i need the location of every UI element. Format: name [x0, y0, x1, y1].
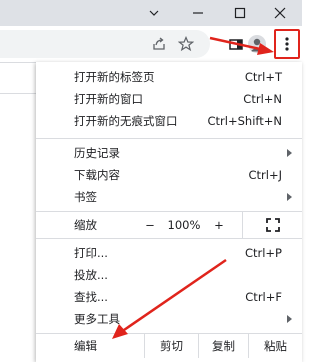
menu-item-label: 打开新的无痕式窗口 [74, 114, 178, 128]
menu-item-shortcut: Ctrl+T [244, 70, 282, 84]
minimize-icon [193, 12, 203, 14]
paste-button[interactable]: 粘贴 [248, 334, 302, 358]
edit-row: 编辑 剪切 复制 粘贴 [36, 334, 302, 358]
menu-item-label: 历史记录 [74, 146, 120, 160]
zoom-row: 缩放 − 100% + [36, 212, 302, 238]
fullscreen-button[interactable] [242, 212, 302, 238]
edit-label: 编辑 [74, 339, 97, 353]
minimize-window-button[interactable] [176, 0, 220, 26]
menu-item-shortcut: Ctrl+J [248, 168, 283, 182]
menu-item-label: 书签 [74, 190, 97, 204]
cut-button[interactable]: 剪切 [144, 334, 198, 358]
menu-item-print[interactable]: 打印... Ctrl+P [36, 242, 302, 264]
menu-item-shortcut: Ctrl+P [244, 246, 282, 260]
side-panel-icon[interactable] [225, 33, 247, 55]
menu-item-label: 打开新的窗口 [74, 92, 143, 106]
fullscreen-icon [265, 218, 280, 232]
share-icon[interactable] [148, 33, 170, 55]
menu-item-new-incognito-window[interactable]: 打开新的无痕式窗口 Ctrl+Shift+N [36, 110, 302, 132]
chrome-main-menu: 打开新的标签页 Ctrl+T 打开新的窗口 Ctrl+N 打开新的无痕式窗口 C… [36, 62, 302, 362]
submenu-arrow-icon [287, 315, 292, 323]
menu-item-history[interactable]: 历史记录 [36, 142, 302, 164]
menu-item-find[interactable]: 查找... Ctrl+F [36, 286, 302, 308]
menu-item-label: 打印... [74, 246, 108, 260]
copy-label: 复制 [212, 339, 235, 353]
maximize-button[interactable] [218, 0, 262, 26]
more-vert-icon [285, 37, 289, 51]
profile-avatar-icon[interactable] [246, 33, 268, 55]
menu-item-shortcut: Ctrl+N [243, 92, 282, 106]
browser-toolbar [0, 26, 302, 62]
menu-item-cast[interactable]: 投放... [36, 264, 302, 286]
zoom-label: 缩放 [74, 218, 97, 232]
menu-item-label: 查找... [74, 290, 108, 304]
zoom-in-button[interactable]: + [212, 218, 226, 232]
zoom-level-value: 100% [167, 218, 201, 232]
menu-item-shortcut: Ctrl+F [245, 290, 282, 304]
chevron-down-icon [149, 10, 159, 16]
menu-separator [36, 238, 302, 239]
menu-item-label: 下载内容 [74, 168, 120, 182]
copy-button[interactable]: 复制 [198, 334, 248, 358]
menu-item-new-window[interactable]: 打开新的窗口 Ctrl+N [36, 88, 302, 110]
divider [0, 93, 40, 94]
bookmark-star-icon[interactable] [175, 33, 197, 55]
menu-item-downloads[interactable]: 下载内容 Ctrl+J [36, 164, 302, 186]
submenu-arrow-icon [287, 193, 292, 201]
menu-item-label: 投放... [74, 268, 108, 282]
menu-item-label: 更多工具 [74, 312, 120, 326]
submenu-arrow-icon [287, 149, 292, 157]
minimize-button[interactable] [132, 0, 176, 26]
close-icon [274, 7, 286, 19]
paste-label: 粘贴 [264, 339, 287, 353]
menu-item-more-tools[interactable]: 更多工具 [36, 308, 302, 330]
menu-separator [36, 138, 302, 139]
menu-item-label: 打开新的标签页 [74, 70, 155, 84]
window-titlebar [0, 0, 302, 26]
menu-item-bookmarks[interactable]: 书签 [36, 186, 302, 208]
menu-item-new-tab[interactable]: 打开新的标签页 Ctrl+T [36, 66, 302, 88]
close-button[interactable] [258, 0, 302, 26]
more-menu-button[interactable] [274, 29, 300, 59]
zoom-out-button[interactable]: − [144, 218, 156, 232]
menu-item-shortcut: Ctrl+Shift+N [207, 114, 282, 128]
maximize-icon [234, 7, 246, 19]
cut-label: 剪切 [160, 339, 183, 353]
